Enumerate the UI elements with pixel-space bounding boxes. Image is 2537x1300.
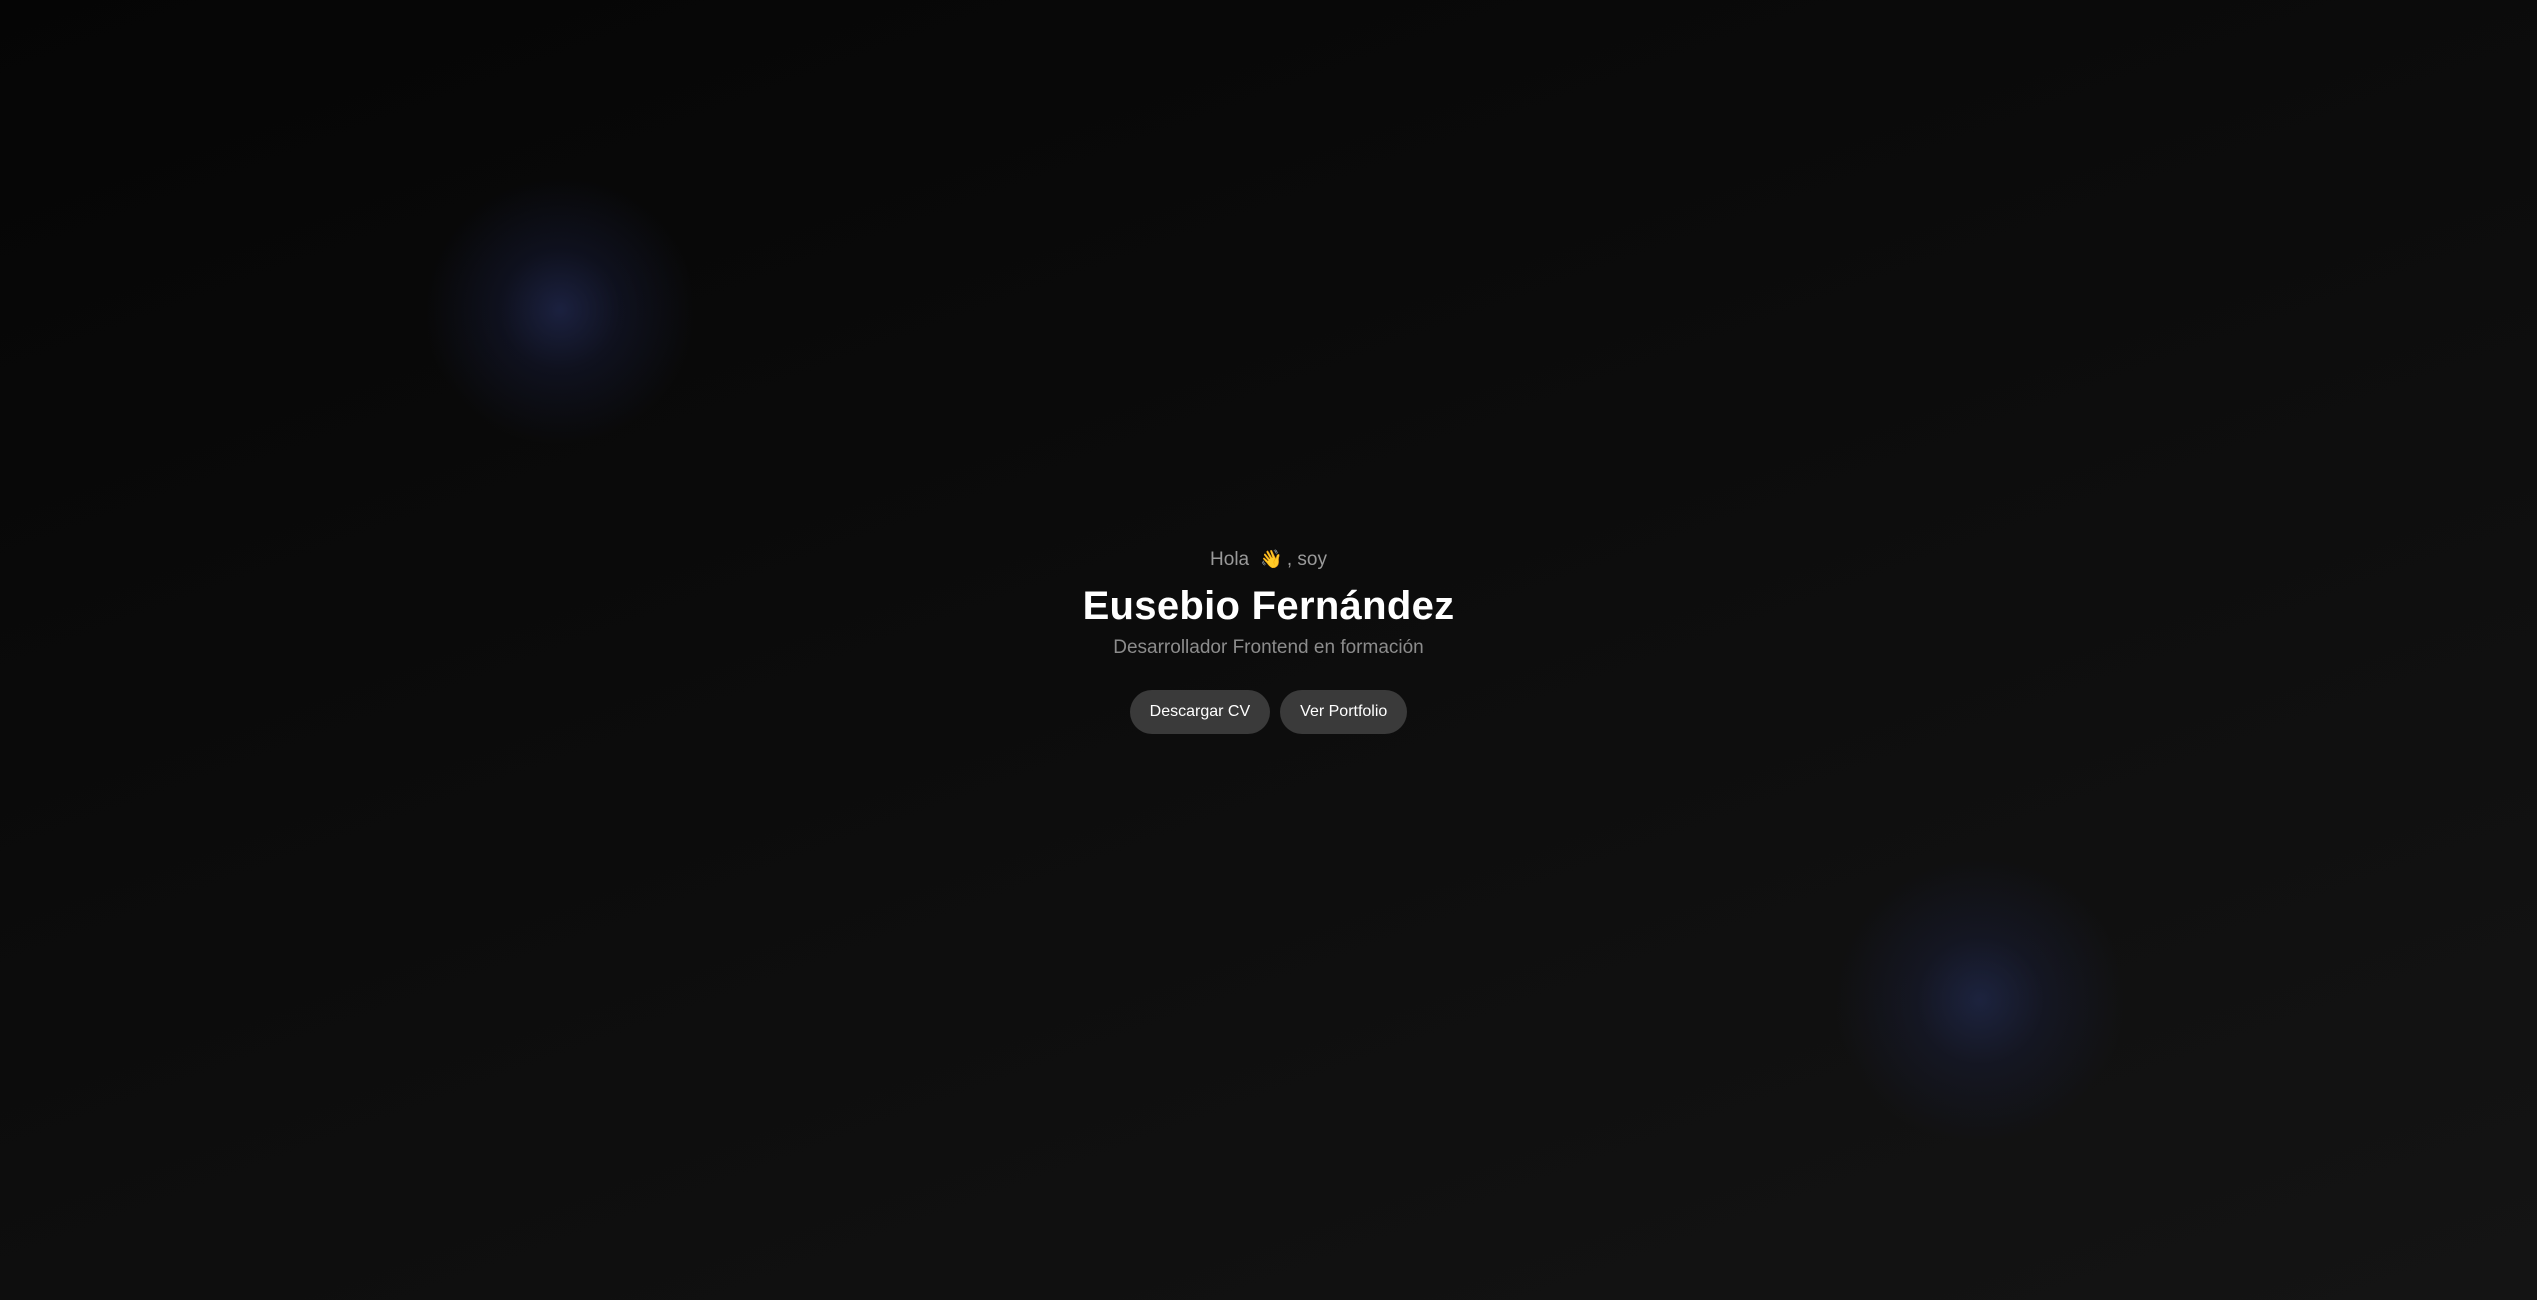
background-glow-bottom-right bbox=[1830, 850, 2130, 1150]
waving-hand-icon: 👋 bbox=[1260, 549, 1283, 569]
greeting-prefix: Hola bbox=[1210, 549, 1250, 570]
hero-actions: Descargar CV Ver Portfolio bbox=[0, 690, 2537, 734]
greeting-text: Hola 👋, soy bbox=[0, 540, 2537, 578]
download-cv-button[interactable]: Descargar CV bbox=[1129, 690, 1271, 734]
hero-section: Hola 👋, soy Eusebio Fernández Desarrolla… bbox=[0, 540, 2537, 734]
view-portfolio-button[interactable]: Ver Portfolio bbox=[1280, 690, 1408, 734]
greeting-suffix: , soy bbox=[1286, 549, 1327, 570]
background-glow-top-left bbox=[420, 170, 700, 450]
page-title: Eusebio Fernández bbox=[1082, 584, 1455, 628]
role-subtitle: Desarrollador Frontend en formación bbox=[1113, 637, 1424, 658]
